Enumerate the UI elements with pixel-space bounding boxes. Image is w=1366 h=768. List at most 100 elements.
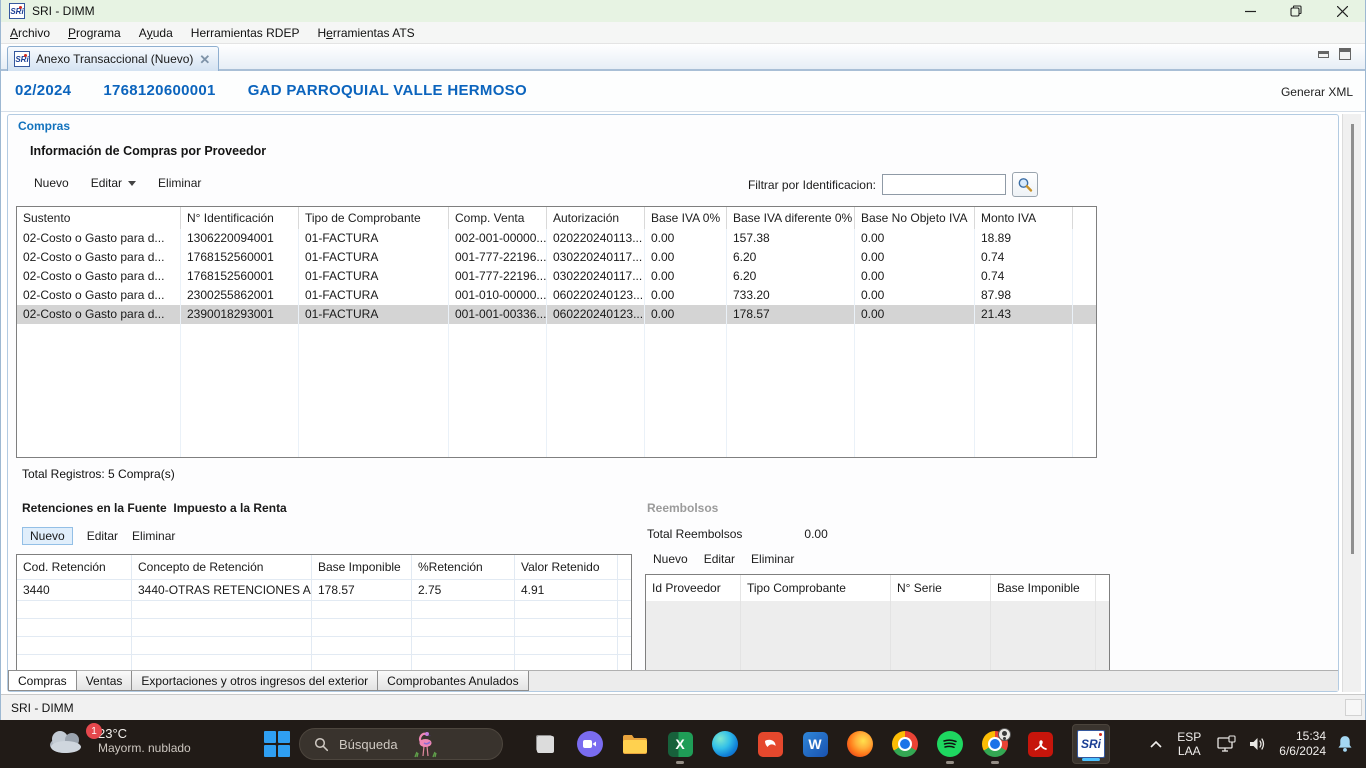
reemb-editar-button[interactable]: Editar <box>704 552 735 566</box>
sri-dimm-taskbar-icon[interactable]: SRi <box>1072 724 1110 764</box>
minimize-button[interactable] <box>1227 0 1273 22</box>
tab-compras[interactable]: Compras <box>8 670 77 691</box>
menu-herramientas-ats[interactable]: Herramientas ATS <box>308 22 423 43</box>
tab-anexo-transaccional[interactable]: SRi Anexo Transaccional (Nuevo) ✕ <box>7 46 219 71</box>
ret-eliminar-button[interactable]: Eliminar <box>132 529 175 543</box>
table-cell <box>1096 601 1110 619</box>
notification-bell-icon[interactable] <box>1336 735 1354 753</box>
column-header[interactable]: %Retención <box>412 555 515 580</box>
tray-chevron-icon[interactable] <box>1149 739 1163 749</box>
clock[interactable]: 15:34 6/6/2024 <box>1279 729 1326 759</box>
menu-ayuda[interactable]: Ayuda <box>130 22 182 43</box>
column-header[interactable]: Base Imponible <box>991 575 1096 601</box>
table-cell <box>412 637 515 655</box>
generar-xml-button[interactable]: Generar XML <box>1281 85 1353 99</box>
table-cell <box>645 438 727 457</box>
menu-herramientas-rdep[interactable]: Herramientas RDEP <box>182 22 309 43</box>
table-cell <box>1096 619 1110 637</box>
table-row[interactable]: 02-Costo o Gasto para d...17681525600010… <box>17 248 1096 267</box>
filter-label: Filtrar por Identificacion: <box>748 178 876 192</box>
edge-icon[interactable] <box>712 731 738 757</box>
column-header[interactable]: Base IVA diferente 0% <box>727 207 855 229</box>
table-cell <box>17 637 132 655</box>
column-header[interactable]: N° Identificación <box>181 207 299 229</box>
video-chat-icon[interactable] <box>577 731 603 757</box>
table-cell: 0.00 <box>645 267 727 286</box>
table-row[interactable]: 34403440-OTRAS RETENCIONES A...178.572.7… <box>17 580 631 601</box>
task-view-icon[interactable] <box>532 731 558 757</box>
table-cell <box>547 400 645 419</box>
chrome-icon[interactable] <box>892 731 918 757</box>
table-cell <box>618 580 632 601</box>
app-icon[interactable]: SRi <box>9 3 25 19</box>
start-pane <box>264 731 276 743</box>
reemb-eliminar-button[interactable]: Eliminar <box>751 552 794 566</box>
taskbar: 1 23°C Mayorm. nublado Búsqueda <box>0 720 1366 768</box>
tab-ventas[interactable]: Ventas <box>76 671 133 691</box>
excel-icon[interactable]: X <box>667 731 693 757</box>
period-label: 02/2024 <box>15 82 71 99</box>
reemb-nuevo-button[interactable]: Nuevo <box>653 552 688 566</box>
firefox-icon[interactable] <box>847 731 873 757</box>
editar-button[interactable]: Editar <box>91 176 136 190</box>
column-header[interactable]: Base IVA 0% <box>645 207 727 229</box>
nuevo-button[interactable]: Nuevo <box>34 176 69 190</box>
table-cell <box>547 362 645 381</box>
tab-exportaciones[interactable]: Exportaciones y otros ingresos del exter… <box>131 671 378 691</box>
table-cell <box>727 343 855 362</box>
column-header[interactable]: Concepto de Retención <box>132 555 312 580</box>
word-icon[interactable]: W <box>802 731 828 757</box>
column-header[interactable]: Monto IVA <box>975 207 1073 229</box>
menu-programa[interactable]: Programa <box>59 22 130 43</box>
weather-widget[interactable]: 1 23°C Mayorm. nublado <box>46 725 191 755</box>
column-header[interactable]: Id Proveedor <box>646 575 741 601</box>
scrollbar-thumb[interactable] <box>1351 124 1354 554</box>
ruc-label: 1768120600001 <box>103 82 215 99</box>
table-row[interactable]: 02-Costo o Gasto para d...23900182930010… <box>17 305 1096 324</box>
volume-icon[interactable] <box>1249 736 1267 752</box>
table-cell <box>1073 286 1097 305</box>
table-cell <box>181 324 299 343</box>
view-maximize-icon[interactable] <box>1339 48 1351 60</box>
acrobat-icon[interactable] <box>1027 731 1053 757</box>
column-header[interactable]: Sustento <box>17 207 181 229</box>
resize-grip[interactable] <box>1345 699 1362 716</box>
network-icon[interactable] <box>1217 735 1237 753</box>
spotify-icon[interactable] <box>937 731 963 757</box>
column-header[interactable]: Base No Objeto IVA <box>855 207 975 229</box>
tab-close-icon[interactable]: ✕ <box>199 53 210 66</box>
taskbar-search[interactable]: Búsqueda <box>299 728 503 760</box>
column-header[interactable]: Valor Retenido <box>515 555 618 580</box>
column-header[interactable]: Tipo Comprobante <box>741 575 891 601</box>
pdf-editor-icon[interactable] <box>757 731 783 757</box>
filter-search-button[interactable] <box>1012 172 1038 197</box>
chevron-down-icon[interactable] <box>128 181 136 186</box>
table-cell <box>646 601 741 619</box>
eliminar-button[interactable]: Eliminar <box>158 176 201 190</box>
table-row[interactable]: 02-Costo o Gasto para d...13062200940010… <box>17 229 1096 248</box>
table-cell: 001-777-22196... <box>449 248 547 267</box>
column-header[interactable]: Tipo de Comprobante <box>299 207 449 229</box>
filter-input[interactable] <box>882 174 1006 195</box>
table-cell <box>975 381 1073 400</box>
ret-nuevo-button[interactable]: Nuevo <box>22 527 73 545</box>
table-row[interactable]: 02-Costo o Gasto para d...23002558620010… <box>17 286 1096 305</box>
chrome-profile-icon[interactable] <box>982 731 1008 757</box>
close-button[interactable] <box>1319 0 1365 22</box>
view-minimize-icon[interactable] <box>1318 51 1329 58</box>
table-row[interactable]: 02-Costo o Gasto para d...17681525600010… <box>17 267 1096 286</box>
column-header[interactable]: N° Serie <box>891 575 991 601</box>
ret-editar-button[interactable]: Editar <box>87 529 118 543</box>
column-header[interactable]: Cod. Retención <box>17 555 132 580</box>
main-scrollbar[interactable] <box>1342 114 1361 692</box>
menu-archivo[interactable]: Archivo <box>1 22 59 43</box>
start-button[interactable] <box>263 730 291 758</box>
restore-button[interactable] <box>1273 0 1319 22</box>
language-indicator[interactable]: ESP LAA <box>1177 730 1201 758</box>
tab-comprobantes-anulados[interactable]: Comprobantes Anulados <box>377 671 528 691</box>
column-header[interactable]: Base Imponible <box>312 555 412 580</box>
column-header[interactable]: Comp. Venta <box>449 207 547 229</box>
file-explorer-icon[interactable] <box>622 731 648 757</box>
column-header[interactable]: Autorización <box>547 207 645 229</box>
table-cell: 060220240123... <box>547 286 645 305</box>
